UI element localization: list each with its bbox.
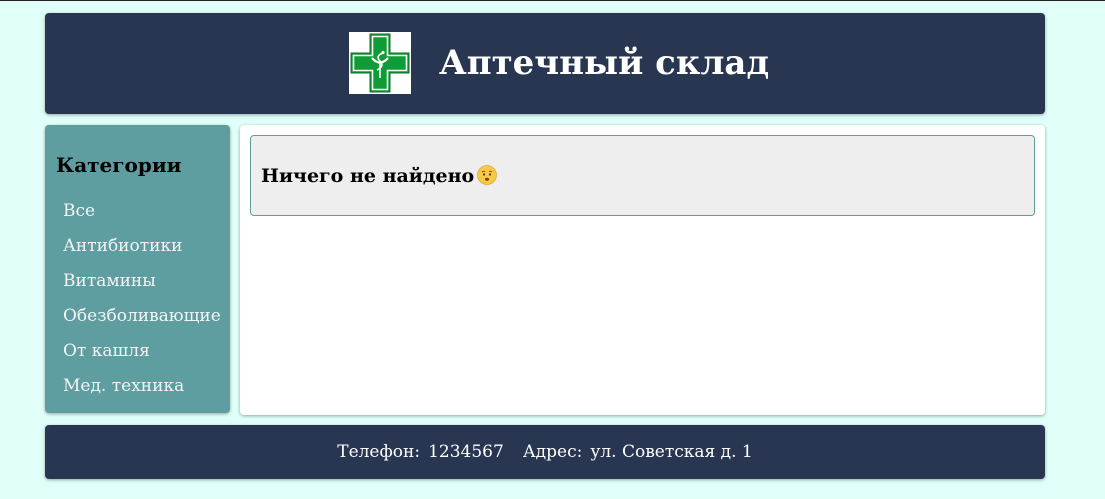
pharmacy-cross-icon bbox=[349, 32, 411, 94]
empty-result-notice: Ничего не найдено bbox=[250, 135, 1035, 216]
main-content: Ничего не найдено bbox=[240, 125, 1045, 415]
sidebar-item-medical-equipment[interactable]: Мед. техника bbox=[63, 374, 221, 409]
empty-result-text: Ничего не найдено bbox=[261, 163, 498, 192]
phone-label: Телефон: bbox=[337, 442, 421, 462]
sidebar-item-painkillers[interactable]: Обезболивающие bbox=[63, 304, 221, 339]
sidebar-item-antibiotics[interactable]: Антибиотики bbox=[63, 234, 221, 269]
address-value: ул. Советская д. 1 bbox=[590, 442, 753, 462]
site-header: Аптечный склад bbox=[45, 13, 1045, 114]
sidebar-title: Категории bbox=[56, 153, 182, 177]
site-footer: Телефон: 1234567 Адрес: ул. Советская д. 1 bbox=[45, 425, 1045, 479]
phone-value: 1234567 bbox=[428, 442, 504, 462]
sidebar-item-cough[interactable]: От кашля bbox=[63, 339, 221, 374]
sidebar-item-all[interactable]: Все bbox=[63, 199, 221, 234]
category-sidebar: Категории Все Антибиотики Витамины Обезб… bbox=[45, 125, 230, 413]
worried-face-icon bbox=[477, 165, 498, 192]
site-title: Аптечный склад bbox=[439, 43, 770, 83]
address-label: Адрес: bbox=[522, 442, 583, 462]
sidebar-item-vitamins[interactable]: Витамины bbox=[63, 269, 221, 304]
empty-result-message: Ничего не найдено bbox=[261, 165, 475, 187]
category-list: Все Антибиотики Витамины Обезболивающие … bbox=[63, 199, 221, 409]
